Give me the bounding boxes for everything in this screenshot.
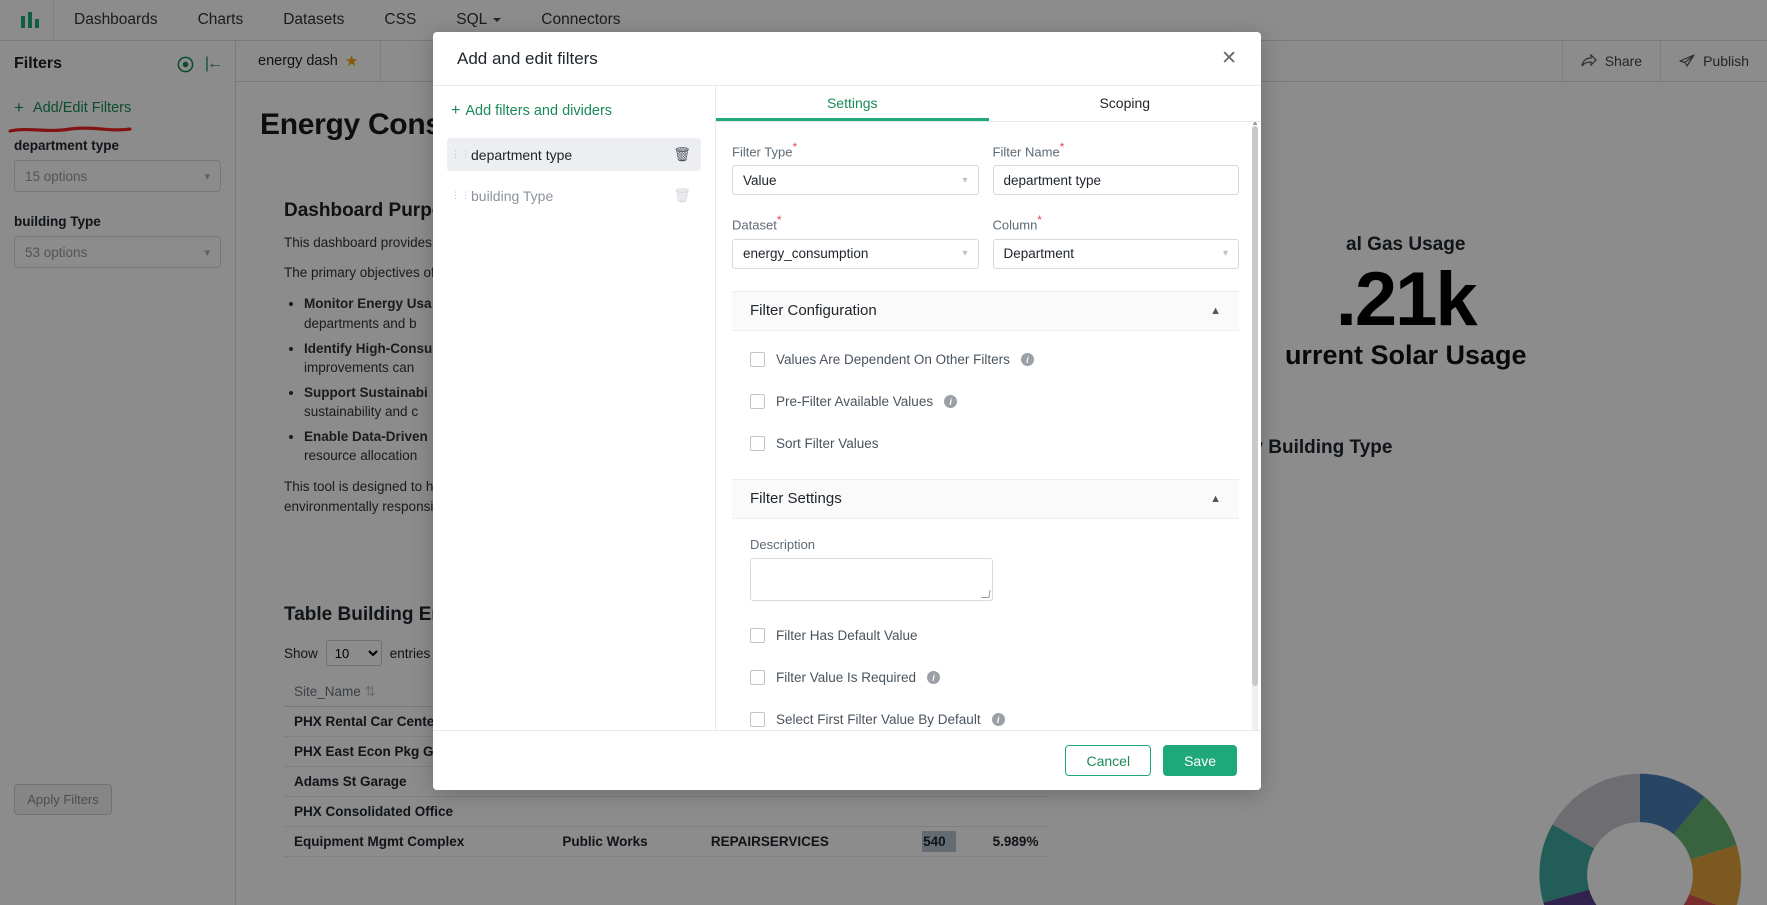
filter-settings-section-header[interactable]: Filter Settings ▲ [732, 478, 1239, 519]
modal-header: Add and edit filters ✕ [433, 32, 1261, 86]
checkbox-label: Values Are Dependent On Other Filters [776, 352, 1010, 368]
checkbox-label: Filter Has Default Value [776, 628, 918, 644]
modal-body: + Add filters and dividers ⋮⋮ department… [433, 86, 1261, 730]
filter-name-value: department type [1003, 172, 1102, 188]
sections: Filter Configuration ▲ Values Are Depend… [716, 290, 1261, 730]
cancel-button[interactable]: Cancel [1065, 745, 1152, 776]
checkbox-pre-filter[interactable] [750, 394, 765, 410]
checkbox-row-has-default-value[interactable]: Filter Has Default Value [732, 623, 1239, 649]
trash-icon[interactable]: 🗑 [673, 187, 691, 204]
add-filters-label: Add filters and dividers [465, 103, 613, 119]
trash-icon[interactable]: 🗑 [673, 146, 691, 163]
chevron-up-icon: ▲ [1210, 304, 1221, 317]
required-marker: * [1059, 140, 1065, 154]
filter-list-item-department-type[interactable]: ⋮⋮ department type 🗑 [447, 138, 701, 171]
close-icon[interactable]: ✕ [1221, 49, 1237, 68]
checkbox-row-pre-filter[interactable]: Pre-Filter Available Values i [732, 389, 1239, 415]
drag-grip-icon[interactable]: ⋮⋮ [451, 191, 470, 200]
modal-tabs: Settings Scoping [716, 86, 1261, 122]
drag-grip-icon[interactable]: ⋮⋮ [451, 150, 470, 159]
tab-label: Settings [826, 95, 878, 111]
info-icon[interactable]: i [991, 713, 1005, 727]
checkbox-label: Pre-Filter Available Values [776, 394, 934, 410]
filter-type-select[interactable]: Value ▾ [732, 165, 979, 196]
filter-list-item-label: department type [471, 146, 573, 163]
checkbox-label: Select First Filter Value By Default [776, 712, 981, 728]
filter-type-label: Filter Type* [732, 140, 979, 159]
field-column: Column* Department ▾ [992, 213, 1240, 269]
save-label: Save [1184, 752, 1216, 769]
settings-content: Filter Type* Value ▾ Filter Name* depart… [716, 122, 1261, 269]
field-filter-type: Filter Type* Value ▾ [732, 140, 979, 196]
filter-name-label: Filter Name* [993, 140, 1240, 159]
filter-configuration-title: Filter Configuration [750, 302, 877, 320]
label-text: Filter Name [992, 144, 1060, 160]
chevron-up-icon: ▲ [1210, 492, 1221, 505]
checkbox-filter-value-is-required[interactable] [750, 670, 765, 686]
column-select[interactable]: Department ▾ [992, 238, 1239, 269]
filter-list-item-label: building Type [471, 187, 554, 204]
tab-label: Scoping [1099, 95, 1151, 111]
modal-title: Add and edit filters [457, 48, 598, 68]
settings-scrollbar-thumb[interactable] [1252, 126, 1258, 686]
checkbox-sort-filter-values[interactable] [750, 436, 765, 452]
checkbox-filter-has-default-value[interactable] [750, 628, 765, 644]
dataset-select[interactable]: energy_consumption ▾ [732, 238, 979, 269]
column-value: Department [1003, 246, 1075, 262]
description-textarea[interactable] [750, 557, 993, 601]
label-text: Column [992, 217, 1038, 233]
chevron-down-icon: ▾ [962, 174, 968, 186]
dataset-label: Dataset* [732, 213, 979, 232]
info-icon[interactable]: i [1020, 353, 1034, 367]
chevron-down-icon: ▾ [962, 248, 968, 260]
scroll-up-arrow-icon[interactable]: ▲ [1251, 122, 1259, 127]
info-icon[interactable]: i [927, 671, 941, 685]
chevron-down-icon: ▾ [1222, 248, 1228, 260]
row-type-name: Filter Type* Value ▾ Filter Name* depart… [732, 140, 1240, 196]
field-dataset: Dataset* energy_consumption ▾ [732, 213, 979, 269]
filter-configuration-body: Values Are Dependent On Other Filters i … [732, 347, 1239, 457]
cancel-label: Cancel [1086, 752, 1131, 769]
filter-settings-title: Filter Settings [750, 490, 842, 508]
filter-type-value: Value [743, 172, 777, 188]
label-text: Dataset [732, 217, 777, 233]
description-label: Description [750, 536, 816, 552]
plus-icon: + [451, 102, 461, 119]
filter-settings-panel: Settings Scoping Filter Type* Value ▾ Fi… [716, 86, 1261, 730]
tab-settings[interactable]: Settings [716, 86, 989, 121]
checkbox-label: Filter Value Is Required [776, 670, 917, 686]
required-marker: * [792, 140, 798, 154]
label-text: Filter Type [732, 144, 793, 160]
filter-configuration-section-header[interactable]: Filter Configuration ▲ [732, 290, 1239, 331]
filter-settings-body: Description Filter Has Default Value Fil… [732, 537, 1239, 730]
settings-scrollbar-track[interactable] [1252, 126, 1258, 730]
filters-list: ⋮⋮ department type 🗑 ⋮⋮ building Type 🗑 [433, 138, 715, 212]
required-marker: * [776, 213, 782, 228]
checkbox-values-dependent[interactable] [750, 352, 765, 368]
filter-name-input[interactable]: department type [992, 165, 1239, 196]
checkbox-row-values-dependent[interactable]: Values Are Dependent On Other Filters i [732, 347, 1239, 373]
checkbox-row-value-is-required[interactable]: Filter Value Is Required i [732, 665, 1239, 691]
checkbox-label: Sort Filter Values [776, 436, 879, 452]
checkbox-select-first-filter-value[interactable] [750, 712, 765, 728]
field-filter-name: Filter Name* department type [992, 140, 1240, 196]
save-button[interactable]: Save [1163, 745, 1237, 776]
filter-list-item-building-type[interactable]: ⋮⋮ building Type 🗑 [447, 179, 701, 212]
row-dataset-column: Dataset* energy_consumption ▾ Column* De… [732, 213, 1240, 269]
tab-scoping[interactable]: Scoping [989, 86, 1262, 121]
required-marker: * [1037, 213, 1042, 228]
filters-panel: + Add filters and dividers ⋮⋮ department… [433, 86, 716, 730]
checkbox-row-select-first-value[interactable]: Select First Filter Value By Default i [732, 707, 1239, 730]
checkbox-row-sort-filter-values[interactable]: Sort Filter Values [732, 431, 1239, 457]
add-filters-and-dividers-button[interactable]: + Add filters and dividers [433, 102, 715, 120]
modal-footer: Cancel Save [433, 730, 1261, 790]
dataset-value: energy_consumption [743, 246, 869, 262]
info-icon[interactable]: i [944, 395, 958, 409]
settings-scroll-area: Filter Type* Value ▾ Filter Name* depart… [716, 122, 1261, 730]
add-edit-filters-modal: Add and edit filters ✕ + Add filters and… [433, 32, 1261, 790]
column-label: Column* [993, 213, 1240, 232]
